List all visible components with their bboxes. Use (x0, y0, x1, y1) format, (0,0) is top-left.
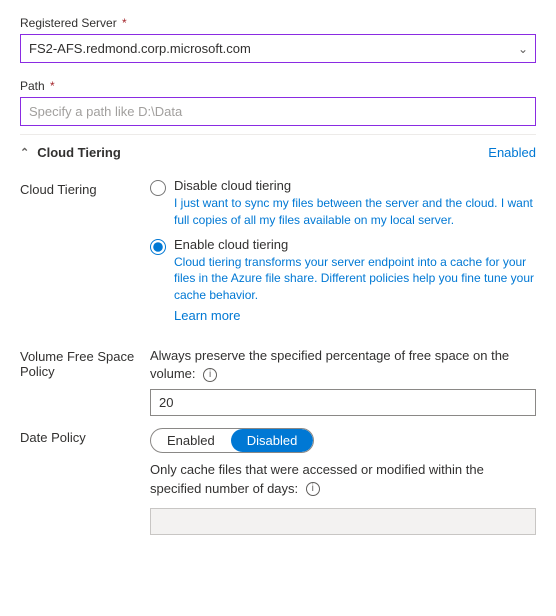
path-required-star: * (47, 79, 55, 93)
registered-server-field: Registered Server * FS2-AFS.redmond.corp… (20, 16, 536, 63)
toggle-disabled-button[interactable]: Disabled (231, 429, 314, 452)
disable-option-content: Disable cloud tiering I just want to syn… (174, 178, 536, 229)
toggle-enabled-button[interactable]: Enabled (151, 429, 231, 452)
registered-server-label: Registered Server * (20, 16, 536, 30)
enable-option-desc: Cloud tiering transforms your server end… (174, 254, 536, 304)
cloud-tiering-section-label: Cloud Tiering (37, 145, 121, 160)
date-policy-input[interactable] (150, 508, 536, 535)
date-policy-desc: Only cache files that were accessed or m… (150, 461, 536, 497)
disable-cloud-tiering-radio[interactable] (150, 180, 166, 196)
path-field: Path * (20, 79, 536, 126)
enable-cloud-tiering-radio[interactable] (150, 239, 166, 255)
collapse-icon: ⌃ (20, 146, 29, 159)
volume-free-space-input[interactable] (150, 389, 536, 416)
date-policy-label: Date Policy (20, 428, 150, 534)
cloud-tiering-body: Cloud Tiering Disable cloud tiering I ju… (20, 178, 536, 331)
disable-cloud-tiering-option: Disable cloud tiering I just want to syn… (150, 178, 536, 229)
cloud-tiering-section-header[interactable]: ⌃ Cloud Tiering Enabled (20, 134, 536, 170)
volume-info-icon[interactable]: i (203, 368, 217, 382)
enable-option-title: Enable cloud tiering (174, 237, 536, 252)
volume-free-space-content: Always preserve the specified percentage… (150, 347, 536, 416)
date-policy-content: Enabled Disabled Only cache files that w… (150, 428, 536, 534)
volume-free-space-desc: Always preserve the specified percentage… (150, 347, 536, 383)
enable-option-content: Enable cloud tiering Cloud tiering trans… (174, 237, 536, 323)
disable-option-desc: I just want to sync my files between the… (174, 195, 536, 229)
volume-free-space-label: Volume Free Space Policy (20, 347, 150, 416)
date-info-icon[interactable]: i (306, 482, 320, 496)
cloud-tiering-field-label: Cloud Tiering (20, 178, 150, 331)
section-header-left: ⌃ Cloud Tiering (20, 145, 121, 160)
volume-free-space-section: Volume Free Space Policy Always preserve… (20, 347, 536, 416)
required-star: * (119, 16, 127, 30)
path-input[interactable] (20, 97, 536, 126)
cloud-tiering-options: Disable cloud tiering I just want to syn… (150, 178, 536, 331)
learn-more-link[interactable]: Learn more (174, 308, 240, 323)
date-policy-toggle-group: Enabled Disabled (150, 428, 314, 453)
path-label: Path * (20, 79, 536, 93)
disable-option-title: Disable cloud tiering (174, 178, 536, 193)
date-policy-section: Date Policy Enabled Disabled Only cache … (20, 428, 536, 534)
cloud-tiering-status: Enabled (488, 145, 536, 160)
registered-server-select-wrapper: FS2-AFS.redmond.corp.microsoft.com ⌄ (20, 34, 536, 63)
enable-cloud-tiering-option: Enable cloud tiering Cloud tiering trans… (150, 237, 536, 323)
registered-server-select[interactable]: FS2-AFS.redmond.corp.microsoft.com (20, 34, 536, 63)
